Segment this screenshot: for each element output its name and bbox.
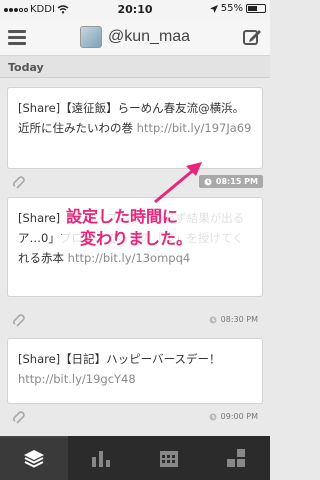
status-bar: KDDI 20:10 55%: [0, 0, 270, 20]
menu-icon[interactable]: [8, 30, 26, 45]
avatar: [80, 26, 102, 48]
tab-calendar[interactable]: [135, 436, 203, 480]
clock-icon: [209, 316, 217, 323]
nav-bar: @kun_maa: [0, 20, 270, 56]
bar-chart-icon: [92, 451, 111, 467]
battery-percent: 55%: [220, 3, 243, 14]
annotation-line1: 設定した時間に: [66, 207, 179, 226]
account-header[interactable]: @kun_maa: [80, 26, 190, 48]
post-footer: 08:30 PM: [7, 310, 263, 332]
post-link[interactable]: http://bit.ly/13ompq4: [68, 251, 191, 265]
annotation-arrow: [154, 162, 202, 204]
post-time: 09:00 PM: [220, 412, 258, 421]
location-arrow-icon: [209, 4, 218, 13]
tab-timeline[interactable]: [0, 436, 68, 480]
post-card[interactable]: [Share]【遠征飯】らーめん春友流@横浜。近所に住みたいわの巻 http:/…: [7, 87, 263, 169]
paperclip-icon[interactable]: [13, 314, 25, 328]
post-time-label: 08:30 PM: [204, 313, 263, 326]
paperclip-icon[interactable]: [13, 411, 25, 425]
status-right: 55%: [209, 3, 266, 14]
post-text: [Share]【日記】ハッピーバースデー！: [18, 352, 221, 366]
battery-icon: [246, 4, 266, 13]
tab-blocks[interactable]: [203, 436, 271, 480]
layers-icon: [23, 450, 44, 468]
compose-icon[interactable]: [242, 27, 262, 47]
clock-icon: [209, 413, 217, 420]
calendar-icon: [159, 451, 178, 467]
paperclip-icon[interactable]: [13, 176, 25, 190]
post-time: 08:15 PM: [215, 177, 258, 186]
post-time: 08:30 PM: [220, 315, 258, 324]
post-footer: 08:15 PM: [7, 172, 263, 194]
section-header-today: Today: [0, 56, 270, 78]
post-time-label: 09:00 PM: [204, 410, 263, 423]
annotation-line2: 変わりました。: [80, 229, 193, 248]
post-card[interactable]: [Share]【日記】ハッピーバースデー！ http://bit.ly/19gc…: [7, 338, 263, 404]
post-link[interactable]: http://bit.ly/19gcY48: [18, 372, 136, 386]
tab-bar: [0, 436, 270, 480]
annotation-callout: 設定した時間に 変わりました。: [62, 205, 252, 251]
post-footer: 09:00 PM: [7, 407, 263, 429]
account-name: @kun_maa: [108, 28, 191, 45]
tab-stats[interactable]: [68, 436, 136, 480]
post-link[interactable]: http://bit.ly/197Ja69: [137, 121, 252, 135]
blocks-icon: [227, 449, 246, 467]
